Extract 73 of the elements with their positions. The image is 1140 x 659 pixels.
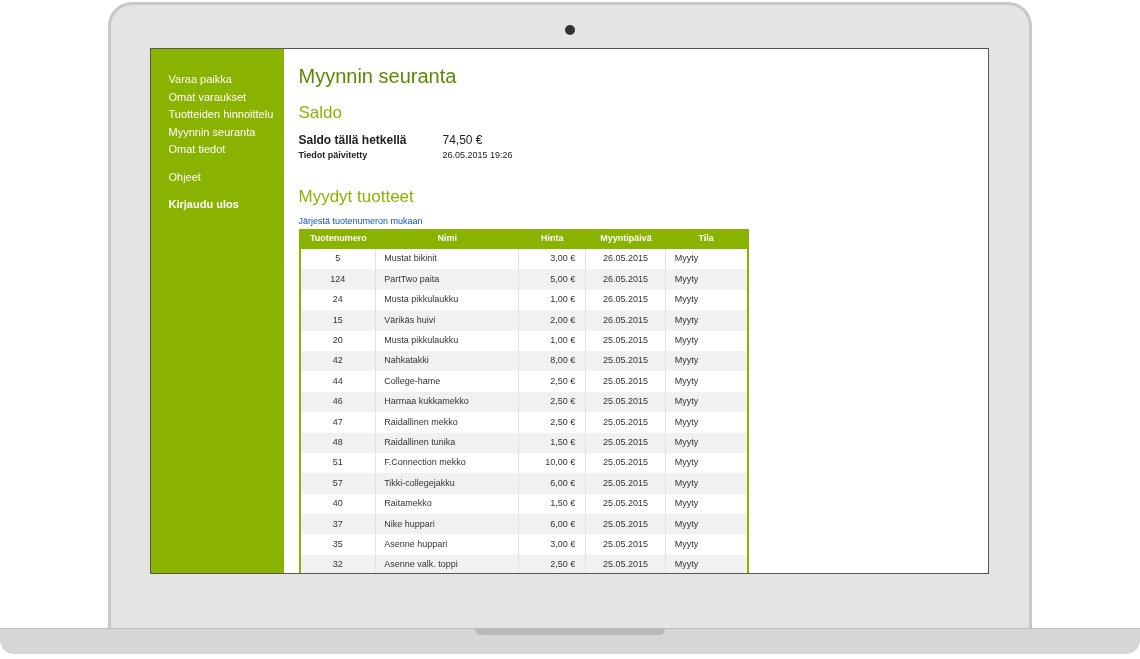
table-cell: 15 [300,310,377,331]
column-header: Nimi [436,232,459,246]
section-heading: Saldo [298,103,343,123]
table-cell-text: Myyty [673,537,700,551]
table-cell: 6,00 € [518,473,587,494]
table-cell: 5,00 € [518,269,587,290]
table-cell: 2,50 € [518,554,587,573]
sort-link[interactable]: Järjestä tuotenumeron mukaan [298,215,749,227]
table-cell: 2,50 € [518,412,587,433]
table-cell-text: Myyty [673,497,700,511]
sidebar-link[interactable]: Tuotteiden hinnoittelu [168,106,274,124]
table-cell: 32 [300,554,377,573]
sidebar-link[interactable]: Omat varaukset [168,88,247,106]
table-cell-text: Myyty [673,435,700,449]
sidebar-link[interactable]: Kirjaudu ulos [168,196,239,214]
table-cell: Tikki-collegejakku [376,473,519,494]
table-cell: 25.05.2015 [586,554,666,573]
table-cell-text: Myyty [673,558,700,572]
table-cell-text: Myyty [673,415,700,429]
table-cell: 25.05.2015 [586,534,666,555]
table-cell: 26.05.2015 [586,269,666,290]
table-cell: 2,00 € [518,310,587,331]
sidebar-link[interactable]: Varaa paikka [168,71,232,89]
table-cell: 2,50 € [518,371,587,392]
table-cell: 25.05.2015 [586,412,666,433]
balance-value: 26.05.2015 19:26 [442,149,513,162]
sidebar-link[interactable]: Myynnin seuranta [168,123,256,141]
table-cell: 44 [300,371,377,392]
table-cell: 26.05.2015 [586,310,666,331]
table-cell-text: Myyty [673,395,700,409]
table-cell: 48 [300,432,377,453]
table-cell: Musta pikkulaukku [376,330,519,351]
table-cell: 20 [300,330,377,351]
table-cell: Raidallinen mekko [376,412,519,433]
table-cell-text: Myyty [673,517,700,531]
table-cell: 1,50 € [518,432,587,453]
sidebar-link[interactable]: Ohjeet [168,168,201,186]
table-cell: 57 [300,473,377,494]
table-cell-text: Myyty [673,313,700,327]
table-cell: 35 [300,534,377,555]
table-cell-text: Myyty [673,456,700,470]
table-cell-text: Myyty [673,374,700,388]
balance-value: 74,50 € [442,133,483,148]
table-cell: 25.05.2015 [586,371,666,392]
table-cell: 1,00 € [518,330,587,351]
table-cell: 25.05.2015 [586,473,666,494]
table-cell: College-hame [376,371,519,392]
table-cell-text: Myyty [673,476,700,490]
table-cell-text: Myyty [673,334,700,347]
table-cell: 124 [300,269,377,290]
table-cell-text: Myyty [673,252,700,266]
table-cell: 3,00 € [518,534,587,555]
camera-icon [565,25,575,35]
table-cell: Asenne huppari [376,534,519,555]
table-cell-text: Myyty [673,354,700,368]
sidebar-link[interactable]: Omat tiedot [168,141,226,159]
balance-label: Tiedot päivitetty [298,149,369,162]
table-cell: Asenne valk. toppi [376,554,519,573]
page-title: Myynnin seuranta [298,64,458,88]
table-cell: Raidallinen tunika [376,432,519,453]
table-cell: 25.05.2015 [586,432,666,453]
table-cell: Värikäs huivi [376,310,519,331]
section-heading: Myydyt tuotteet [298,187,415,207]
table-cell: 25.05.2015 [586,330,666,351]
table-cell: 47 [300,412,377,433]
table-cell-text: Myyty [673,293,700,307]
column-header: Myyntipäivä [599,232,653,246]
table-cell-text: Myyty [673,272,700,286]
column-header: Tila [697,232,715,246]
balance-label: Saldo tällä hetkellä [298,133,408,148]
table-cell: PartTwo paita [376,269,519,290]
column-header: Hinta [540,232,565,246]
column-header: Tuotenumero [308,232,368,246]
